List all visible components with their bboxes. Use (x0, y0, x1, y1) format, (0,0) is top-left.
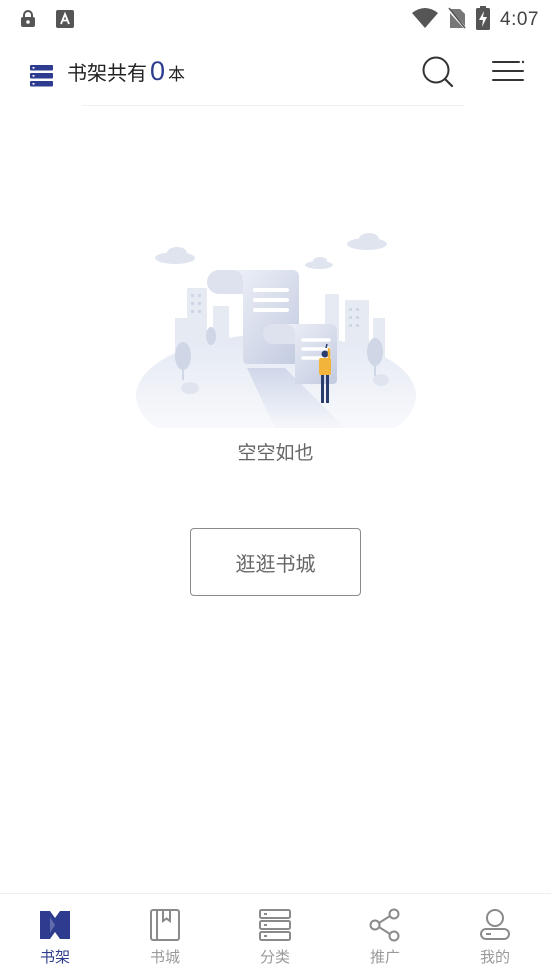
search-button[interactable] (420, 54, 456, 90)
empty-shelf-illustration (135, 228, 417, 458)
bottom-nav: 书架 书城 分类 推广 我的 (0, 893, 551, 979)
profile-icon (478, 908, 512, 942)
nav-item-bookstore[interactable]: 书城 (110, 894, 220, 979)
nav-item-promote[interactable]: 推广 (330, 894, 440, 979)
nav-label-bookstore: 书城 (149, 948, 180, 966)
nav-label-bookshelf: 书架 (39, 948, 70, 966)
menu-button[interactable] (491, 56, 525, 86)
wifi-icon (412, 8, 439, 32)
lock-notification-icon (20, 10, 36, 32)
book-icon (148, 908, 182, 942)
header-divider (82, 105, 464, 106)
browse-store-button[interactable]: 逛逛书城 (190, 528, 361, 596)
search-icon (422, 56, 454, 88)
page-title: 书架共有 0 本 (67, 56, 185, 87)
empty-state-message: 空空如也 (237, 442, 314, 464)
battery-charging-icon (476, 6, 491, 34)
status-bar: 4:07 (0, 0, 551, 38)
nav-item-category[interactable]: 分类 (220, 894, 330, 979)
category-icon (258, 908, 292, 942)
bookshelf-icon (38, 908, 72, 942)
header: 书架共有 0 本 (0, 44, 551, 104)
menu-icon (492, 60, 525, 81)
nav-item-profile[interactable]: 我的 (440, 894, 550, 979)
bookshelf-list-icon (30, 65, 53, 91)
title-prefix: 书架共有 (67, 61, 147, 85)
nav-item-bookshelf[interactable]: 书架 (0, 894, 110, 979)
title-unit: 本 (168, 65, 186, 85)
book-count: 0 (150, 56, 166, 86)
nav-label-profile: 我的 (479, 948, 510, 966)
status-time: 4:07 (500, 9, 539, 30)
no-sim-icon (447, 7, 467, 33)
nav-label-category: 分类 (259, 948, 290, 966)
share-icon (368, 908, 402, 942)
nav-label-promote: 推广 (369, 948, 400, 966)
text-notification-icon (56, 10, 74, 32)
